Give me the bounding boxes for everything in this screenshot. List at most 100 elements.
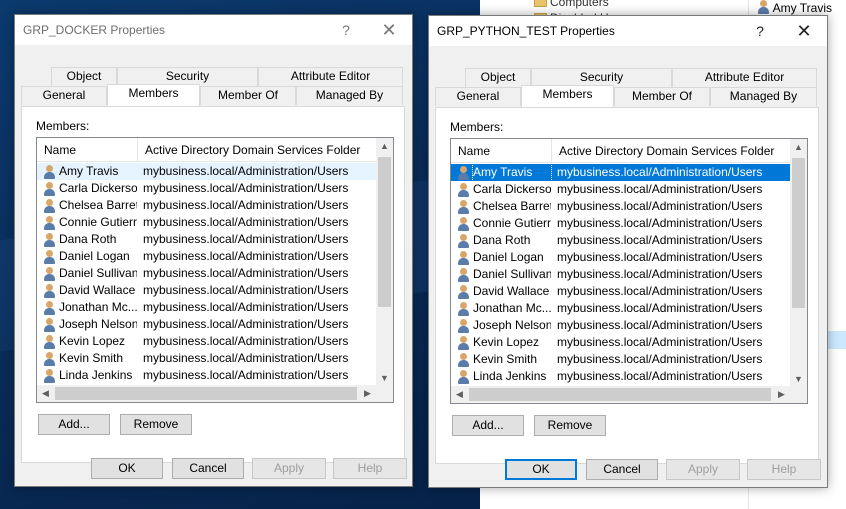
member-name: David Wallace <box>473 284 550 298</box>
horizontal-scroll-thumb[interactable] <box>469 388 771 401</box>
scroll-left-icon[interactable]: ◀ <box>451 386 468 403</box>
tab-general[interactable]: General <box>435 87 521 106</box>
members-list[interactable]: Name Active Directory Domain Services Fo… <box>450 138 808 404</box>
member-row[interactable]: Jonathan Mc... mybusiness.local/Administr… <box>451 300 790 317</box>
apply-button[interactable]: Apply <box>666 459 740 480</box>
user-icon <box>457 302 470 316</box>
column-header-name[interactable]: Name <box>37 138 138 162</box>
member-row[interactable]: Carla Dickerson mybusiness.local/Administ… <box>37 180 376 197</box>
member-row[interactable]: Kevin Lopez mybusiness.local/Administrati… <box>37 333 376 350</box>
member-row[interactable]: Dana Roth mybusiness.local/Administration… <box>37 231 376 248</box>
scroll-right-icon[interactable]: ▶ <box>773 386 790 403</box>
member-folder: mybusiness.local/Administration/Users <box>143 266 349 280</box>
horizontal-scrollbar[interactable]: ◀ ▶ <box>37 385 376 402</box>
member-row[interactable]: Carla Dickerson mybusiness.local/Administ… <box>451 181 790 198</box>
tab-managed-by[interactable]: Managed By <box>296 86 403 105</box>
member-rows: Amy Travis mybusiness.local/Administratio… <box>37 163 376 384</box>
remove-button[interactable]: Remove <box>534 415 606 436</box>
members-panel: Members: Name Active Directory Domain Se… <box>435 107 819 464</box>
tab-attribute-editor[interactable]: Attribute Editor <box>258 67 403 86</box>
member-row[interactable]: Joseph Nelson mybusiness.local/Administra… <box>451 317 790 334</box>
member-row[interactable]: Connie Gutierr... mybusiness.local/Admini… <box>451 215 790 232</box>
user-icon <box>43 250 56 264</box>
remove-button[interactable]: Remove <box>120 414 192 435</box>
column-header-folder[interactable]: Active Directory Domain Services Folder <box>552 139 790 163</box>
tab-managed-by[interactable]: Managed By <box>710 87 817 106</box>
members-label: Members: <box>36 119 90 133</box>
help-icon[interactable]: ? <box>331 15 361 45</box>
tab-strip: Object Security Attribute Editor General… <box>21 67 405 107</box>
cancel-button[interactable]: Cancel <box>586 459 658 480</box>
title-bar[interactable]: GRP_DOCKER Properties ? ✕ <box>15 15 412 45</box>
member-row[interactable]: Chelsea Barrett mybusiness.local/Administ… <box>37 197 376 214</box>
vertical-scroll-thumb[interactable] <box>378 157 391 307</box>
cancel-button[interactable]: Cancel <box>172 458 244 479</box>
member-row[interactable]: Joseph Nelson mybusiness.local/Administra… <box>37 316 376 333</box>
tab-members[interactable]: Members <box>521 85 614 107</box>
member-name: Amy Travis <box>59 164 119 178</box>
help-icon[interactable]: ? <box>745 16 775 46</box>
member-row[interactable]: Jonathan Mc... mybusiness.local/Administr… <box>37 299 376 316</box>
member-folder: mybusiness.local/Administration/Users <box>143 317 349 331</box>
apply-button[interactable]: Apply <box>252 458 326 479</box>
member-folder: mybusiness.local/Administration/Users <box>557 369 763 383</box>
member-folder: mybusiness.local/Administration/Users <box>143 368 349 382</box>
tab-members[interactable]: Members <box>107 84 200 106</box>
member-folder: mybusiness.local/Administration/Users <box>557 267 763 281</box>
member-row[interactable]: Daniel Logan mybusiness.local/Administrat… <box>37 248 376 265</box>
add-button[interactable]: Add... <box>38 414 110 435</box>
member-row[interactable]: Dana Roth mybusiness.local/Administration… <box>451 232 790 249</box>
members-label: Members: <box>450 120 504 134</box>
scroll-up-icon[interactable]: ▲ <box>790 139 807 156</box>
tab-member-of[interactable]: Member Of <box>614 87 710 106</box>
member-row[interactable]: Amy Travis mybusiness.local/Administratio… <box>37 163 376 180</box>
member-folder: mybusiness.local/Administration/Users <box>557 284 763 298</box>
member-row[interactable]: David Wallace mybusiness.local/Administra… <box>451 283 790 300</box>
member-row[interactable]: Amy Travis mybusiness.local/Administratio… <box>451 163 790 182</box>
member-row[interactable]: Chelsea Barrett mybusiness.local/Administ… <box>451 198 790 215</box>
member-row[interactable]: Kevin Lopez mybusiness.local/Administrati… <box>451 334 790 351</box>
vertical-scrollbar[interactable]: ▲ ▼ <box>790 139 807 388</box>
column-header-name[interactable]: Name <box>451 139 552 163</box>
background-top-user[interactable]: Amy Travis <box>757 0 832 16</box>
ok-button[interactable]: OK <box>505 459 577 480</box>
members-list[interactable]: Name Active Directory Domain Services Fo… <box>36 137 394 403</box>
add-button[interactable]: Add... <box>452 415 524 436</box>
member-folder: mybusiness.local/Administration/Users <box>557 182 763 196</box>
column-header-folder[interactable]: Active Directory Domain Services Folder <box>138 138 376 162</box>
member-row[interactable]: Linda Jenkins mybusiness.local/Administra… <box>37 367 376 384</box>
list-header: Name Active Directory Domain Services Fo… <box>451 139 790 163</box>
close-icon[interactable]: ✕ <box>781 16 827 46</box>
member-name: Chelsea Barrett <box>59 198 137 212</box>
member-row[interactable]: Kevin Smith mybusiness.local/Administrati… <box>451 351 790 368</box>
tab-attribute-editor[interactable]: Attribute Editor <box>672 68 817 87</box>
tab-general[interactable]: General <box>21 86 107 105</box>
tab-member-of[interactable]: Member Of <box>200 86 296 105</box>
member-row[interactable]: Daniel Sullivan mybusiness.local/Administ… <box>37 265 376 282</box>
member-name: Connie Gutierr... <box>473 216 551 230</box>
tab-strip: Object Security Attribute Editor General… <box>435 68 819 108</box>
scroll-left-icon[interactable]: ◀ <box>37 385 54 402</box>
help-button[interactable]: Help <box>747 459 821 480</box>
tree-item-computers[interactable]: Computers <box>510 0 740 10</box>
member-row[interactable]: David Wallace mybusiness.local/Administra… <box>37 282 376 299</box>
member-row[interactable]: Linda Jenkins mybusiness.local/Administra… <box>451 368 790 385</box>
vertical-scrollbar[interactable]: ▲ ▼ <box>376 138 393 387</box>
member-name: Kevin Lopez <box>473 335 540 349</box>
horizontal-scrollbar[interactable]: ◀ ▶ <box>451 386 790 403</box>
vertical-scroll-thumb[interactable] <box>792 158 805 308</box>
help-button[interactable]: Help <box>333 458 407 479</box>
scroll-up-icon[interactable]: ▲ <box>376 138 393 155</box>
close-icon[interactable]: ✕ <box>366 15 412 45</box>
scroll-right-icon[interactable]: ▶ <box>359 385 376 402</box>
grp-python-test-properties-dialog: GRP_PYTHON_TEST Properties ? ✕ Object Se… <box>428 15 828 488</box>
member-row[interactable]: Daniel Sullivan mybusiness.local/Administ… <box>451 266 790 283</box>
member-folder: mybusiness.local/Administration/Users <box>557 165 763 179</box>
title-bar[interactable]: GRP_PYTHON_TEST Properties ? ✕ <box>429 16 827 46</box>
horizontal-scroll-thumb[interactable] <box>55 387 357 400</box>
user-icon <box>457 336 470 350</box>
member-row[interactable]: Kevin Smith mybusiness.local/Administrati… <box>37 350 376 367</box>
member-row[interactable]: Connie Gutierr... mybusiness.local/Admini… <box>37 214 376 231</box>
member-row[interactable]: Daniel Logan mybusiness.local/Administrat… <box>451 249 790 266</box>
ok-button[interactable]: OK <box>91 458 163 479</box>
